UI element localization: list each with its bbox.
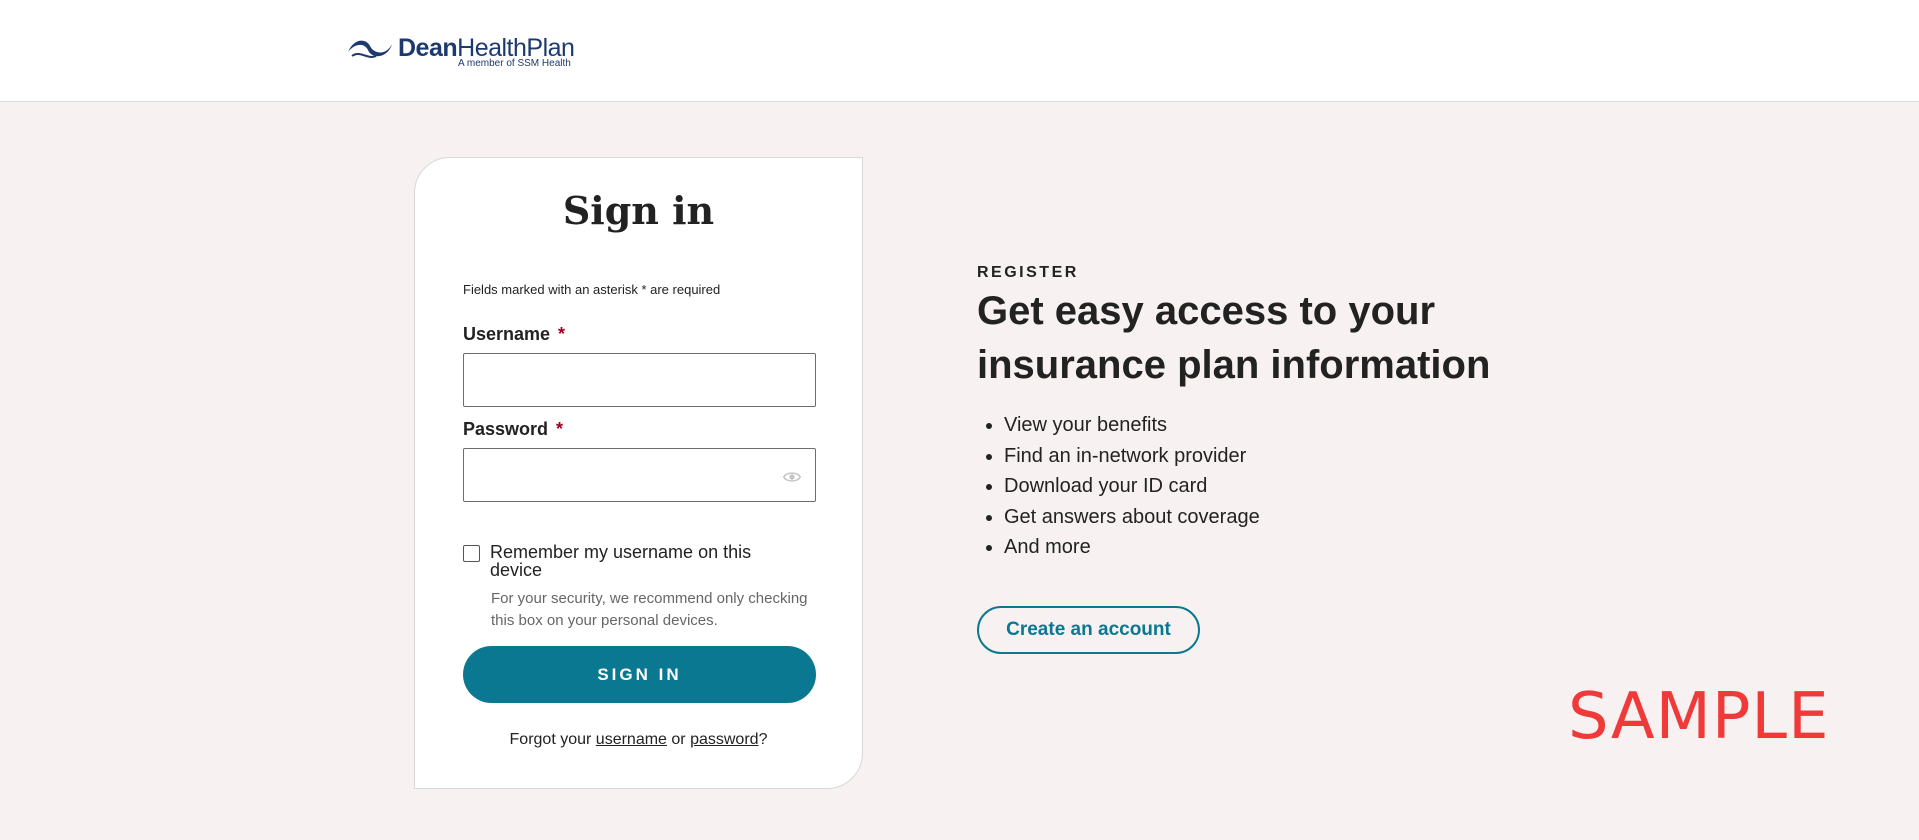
password-input[interactable] [463,448,816,502]
register-heading: Get easy access to your insurance plan i… [977,289,1491,387]
dean-health-plan-logo[interactable]: DeanHealthPlan A member of SSM Health [346,34,586,74]
list-item: Get answers about coverage [1004,502,1260,533]
list-item: Download your ID card [1004,471,1260,502]
list-item: And more [1004,532,1260,563]
list-item: View your benefits [1004,410,1260,441]
required-asterisk: * [558,324,566,344]
security-hint: For your security, we recommend only che… [491,590,808,629]
list-item: Find an in-network provider [1004,441,1260,472]
wave-logo-icon [348,40,392,58]
remember-username-label[interactable]: Remember my username on this device [490,543,790,579]
forgot-credentials: Forgot your username or password? [509,731,768,748]
eye-icon[interactable] [783,468,801,486]
username-label: Username * [463,324,566,344]
logo-tagline: A member of SSM Health [458,58,571,69]
sign-in-button[interactable]: SIGN IN [463,646,816,703]
forgot-username-link[interactable]: username [596,731,667,748]
remember-username-checkbox[interactable] [463,545,480,562]
sample-watermark: SAMPLE [1568,680,1830,754]
register-eyebrow: REGISTER [977,264,1079,281]
required-asterisk: * [556,419,564,439]
signin-title: Sign in [562,188,715,233]
password-label: Password * [463,419,564,439]
forgot-password-link[interactable]: password [690,731,758,748]
signin-card: Sign in Fields marked with an asterisk *… [414,157,863,789]
create-account-button[interactable]: Create an account [977,606,1200,654]
benefits-list: View your benefits Find an in-network pr… [977,410,1260,563]
required-fields-note: Fields marked with an asterisk * are req… [463,282,721,297]
username-input[interactable] [463,353,816,407]
site-header: DeanHealthPlan A member of SSM Health [0,0,1919,102]
